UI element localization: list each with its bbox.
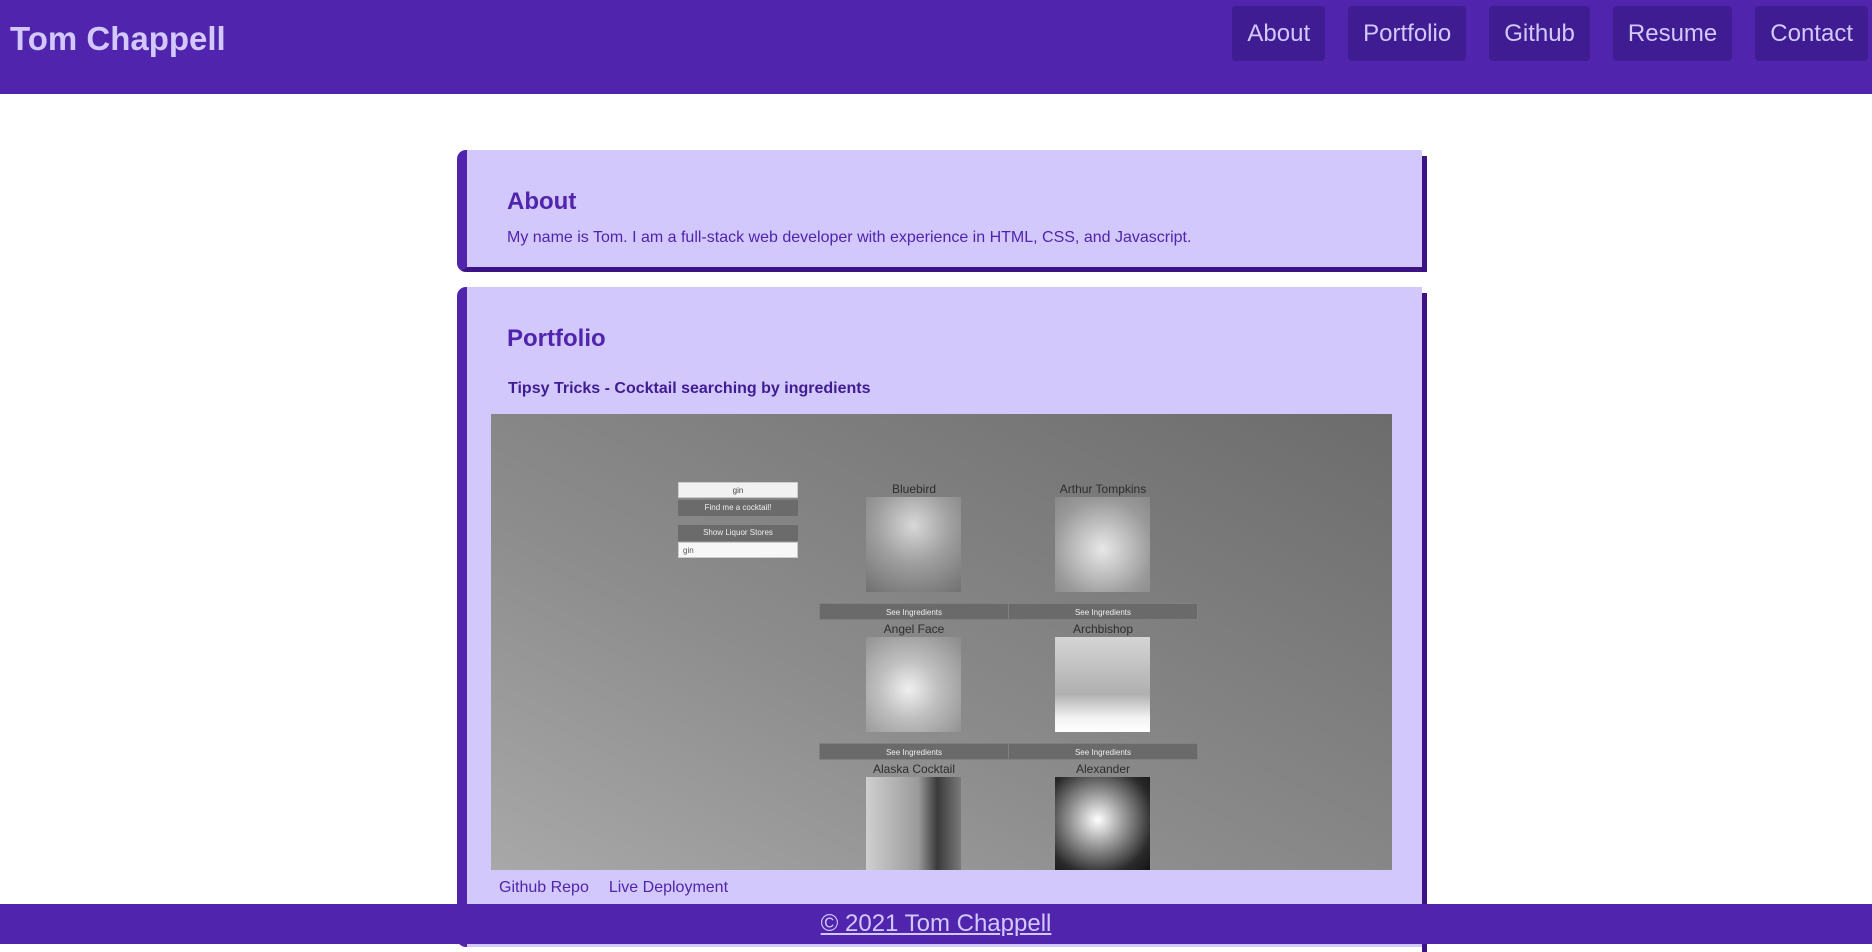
about-section: About My name is Tom. I am a full-stack … xyxy=(457,150,1427,272)
drink-name: Arthur Tompkins xyxy=(1059,482,1147,496)
drink-name: Bluebird xyxy=(891,482,937,496)
drink-name: Angel Face xyxy=(883,622,945,636)
preview-see-ingredients-button: See Ingredients xyxy=(819,603,1009,620)
about-text: My name is Tom. I am a full-stack web de… xyxy=(507,229,1192,246)
preview-see-ingredients-button: See Ingredients xyxy=(1008,603,1198,620)
preview-location-input: gin xyxy=(678,542,798,558)
live-deployment-link[interactable]: Live Deployment xyxy=(609,879,728,897)
nav-contact-button[interactable]: Contact xyxy=(1755,6,1868,61)
portfolio-heading: Portfolio xyxy=(507,325,606,352)
drink-photo xyxy=(866,637,961,732)
preview-see-ingredients-button: See Ingredients xyxy=(819,743,1009,760)
portfolio-section: Portfolio Tipsy Tricks - Cocktail search… xyxy=(457,287,1427,952)
drink-photo xyxy=(1055,637,1150,732)
nav-resume-button[interactable]: Resume xyxy=(1612,6,1733,61)
about-heading: About xyxy=(507,188,577,215)
site-header: Tom Chappell About Portfolio Github Resu… xyxy=(0,0,1872,94)
copyright-link[interactable]: © 2021 Tom Chappell xyxy=(821,910,1052,937)
project-screenshot: gin Find me a cocktail! Show Liquor Stor… xyxy=(491,414,1392,870)
nav-portfolio-button[interactable]: Portfolio xyxy=(1348,6,1467,61)
nav-about-button[interactable]: About xyxy=(1232,6,1326,61)
drink-photo xyxy=(866,777,961,870)
nav-github-button[interactable]: Github xyxy=(1489,6,1590,61)
drink-name: Archbishop xyxy=(1072,622,1134,636)
preview-see-ingredients-button: See Ingredients xyxy=(1008,743,1198,760)
github-repo-link[interactable]: Github Repo xyxy=(499,879,589,897)
drink-name: Alexander xyxy=(1075,762,1131,776)
site-title: Tom Chappell xyxy=(10,20,226,57)
drink-name: Alaska Cocktail xyxy=(872,762,956,776)
drink-photo xyxy=(866,497,961,592)
site-footer: © 2021 Tom Chappell xyxy=(0,904,1872,944)
drink-photo xyxy=(1055,777,1150,870)
project-links: Github Repo Live Deployment xyxy=(499,879,728,897)
preview-liquor-button: Show Liquor Stores xyxy=(678,525,798,541)
project-title: Tipsy Tricks - Cocktail searching by ing… xyxy=(508,380,871,397)
main-nav: About Portfolio Github Resume Contact xyxy=(1232,6,1868,61)
preview-find-button: Find me a cocktail! xyxy=(678,500,798,516)
preview-search-input: gin xyxy=(678,482,798,498)
drink-photo xyxy=(1055,497,1150,592)
